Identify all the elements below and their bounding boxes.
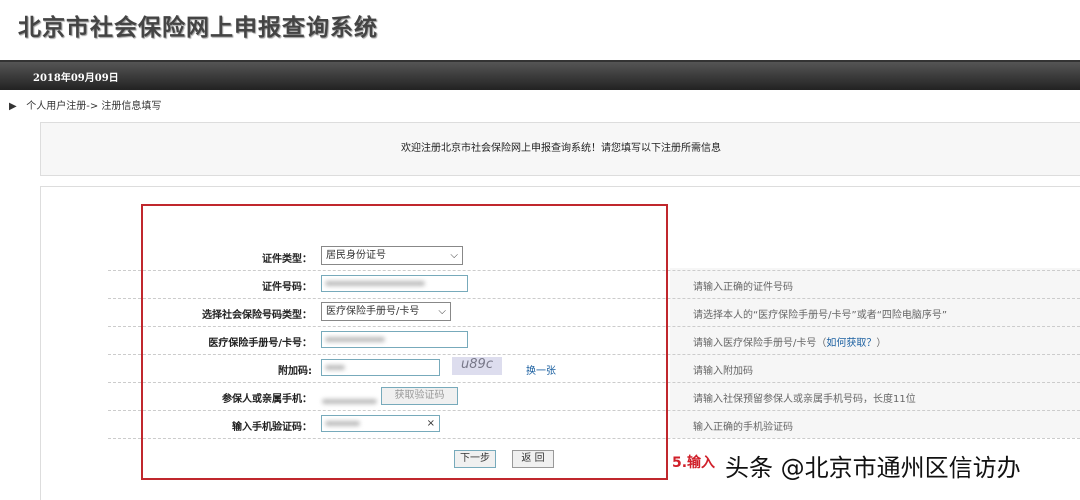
- site-title: 北京市社会保险网上申报查询系统: [18, 15, 378, 41]
- how-to-get-link[interactable]: 如何获取？: [826, 338, 876, 349]
- watermark: 头条 @北京市通州区信访办: [725, 454, 1021, 482]
- date-bar: 2018年09月09日: [0, 60, 1080, 90]
- triangle-icon: ▶: [9, 101, 17, 112]
- highlight-box: [141, 204, 668, 480]
- welcome-message: 欢迎注册北京市社会保险网上申报查询系统！请您填写以下注册所需信息: [40, 122, 1080, 176]
- date: 2018年09月09日: [33, 73, 119, 84]
- annotation: 5.输入: [672, 455, 716, 471]
- breadcrumb: ▶ 个人用户注册-> 注册信息填写: [9, 101, 162, 112]
